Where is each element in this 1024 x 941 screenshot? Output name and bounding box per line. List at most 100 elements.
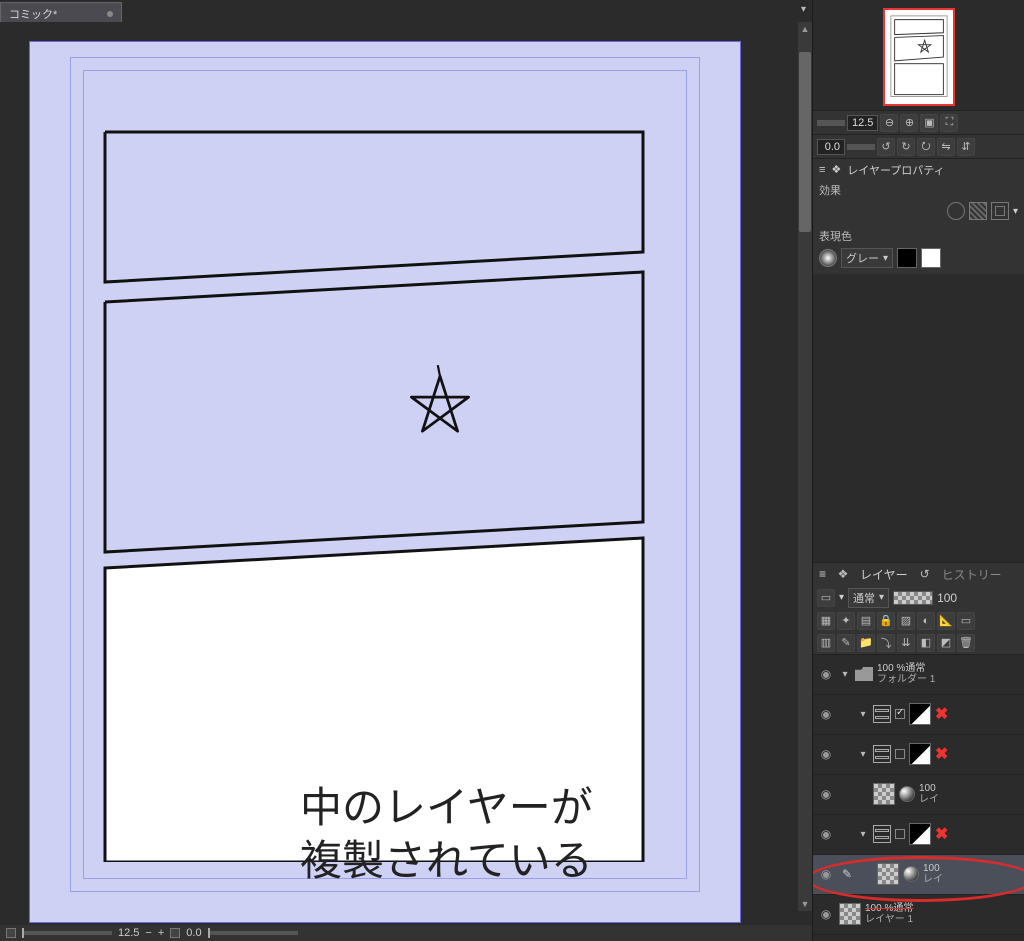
swatch-black-button[interactable] <box>897 248 917 268</box>
delete-layer-button[interactable]: 🗑 <box>957 634 975 652</box>
palette-color-button[interactable]: ▭ <box>957 612 975 630</box>
opacity-slider[interactable] <box>893 591 933 605</box>
panel-menu-icon[interactable]: ≡ <box>819 567 826 581</box>
nav-reset-rotate-button[interactable]: ⭮ <box>917 138 935 156</box>
canvas-vertical-scrollbar[interactable]: ▲ ▼ <box>798 22 812 911</box>
layer-label: 100 %通常 レイヤー 1 <box>865 903 913 925</box>
zoom-out-button[interactable]: − <box>145 927 151 939</box>
canvas-area[interactable]: 中のレイヤーが 複製されている ▲ ▼ <box>0 22 812 925</box>
zoom-slider[interactable] <box>22 931 112 935</box>
zoom-in-button[interactable]: + <box>158 927 164 939</box>
gray-icon <box>903 866 919 882</box>
visibility-toggle[interactable]: ◉ <box>817 907 835 921</box>
nav-zoom-value[interactable]: 12.5 <box>847 115 878 131</box>
layer-row-frame-3[interactable]: ◉ ▾ ✖ <box>813 814 1024 854</box>
navigator-rotate-bar: 0.0 ↺ ↻ ⭮ ⇋ ⇵ <box>813 134 1024 158</box>
edit-target-icon[interactable]: ✎ <box>839 867 855 881</box>
swatch-white-button[interactable] <box>921 248 941 268</box>
frame-check[interactable] <box>895 709 905 719</box>
frame-check[interactable] <box>895 829 905 839</box>
scroll-down-icon[interactable]: ▼ <box>798 897 812 911</box>
navigator-thumbnail[interactable] <box>883 8 955 106</box>
layer-label: 100 %通常 フォルダー 1 <box>877 663 935 685</box>
nav-angle-value[interactable]: 0.0 <box>817 139 845 155</box>
transfer-down-button[interactable]: ⤵ <box>877 634 895 652</box>
merge-down-button[interactable]: ⇊ <box>897 634 915 652</box>
nav-rotate-ccw-button[interactable]: ↺ <box>877 138 895 156</box>
layer-row-folder[interactable]: ◉ ▾ 100 %通常 フォルダー 1 <box>813 654 1024 694</box>
expand-toggle[interactable]: ▾ <box>857 829 869 840</box>
document-tab-label: コミック* <box>9 6 57 22</box>
layer-properties-header[interactable]: ≡ ❖ レイヤープロパティ <box>813 158 1024 180</box>
colorexp-dropdown[interactable]: グレー ▾ <box>841 248 893 268</box>
nav-fitall-button[interactable]: ⛶ <box>940 114 958 132</box>
scrollbar-thumb[interactable] <box>799 52 811 232</box>
layer-tab[interactable]: レイヤー <box>860 566 908 583</box>
layer-list[interactable]: ◉ ▾ 100 %通常 フォルダー 1 ◉ ▾ ✖ ◉ <box>813 654 1024 941</box>
canvas-page[interactable]: 中のレイヤーが 複製されている <box>30 42 740 922</box>
layer-thumb[interactable] <box>873 783 895 805</box>
effect-border-button[interactable] <box>947 202 965 220</box>
visibility-toggle[interactable]: ◉ <box>817 707 835 721</box>
layer-thumb[interactable] <box>877 863 899 885</box>
status-box2-icon[interactable] <box>170 928 180 938</box>
new-vector-button[interactable]: ✎ <box>837 634 855 652</box>
visibility-toggle[interactable]: ◉ <box>817 747 835 761</box>
nav-rotate-cw-button[interactable]: ↻ <box>897 138 915 156</box>
apply-mask-button[interactable]: ◩ <box>937 634 955 652</box>
lock-trans-button[interactable]: ▨ <box>897 612 915 630</box>
effect-tone-button[interactable] <box>969 202 987 220</box>
colorexp-icon <box>819 249 837 267</box>
nav-zoom-in-button[interactable]: ⊕ <box>900 114 918 132</box>
frame-layer-icon <box>873 745 891 763</box>
nav-rotate-slider[interactable] <box>847 144 875 150</box>
blend-mode-dropdown[interactable]: 通常▾ <box>848 588 889 608</box>
draft-button[interactable]: ▤ <box>857 612 875 630</box>
layer-row-sublayer[interactable]: ◉ 100 レイ <box>813 774 1024 814</box>
visibility-toggle[interactable]: ◉ <box>817 867 835 881</box>
scroll-up-icon[interactable]: ▲ <box>798 22 812 36</box>
nav-zoom-out-button[interactable]: ⊖ <box>880 114 898 132</box>
visibility-toggle[interactable]: ◉ <box>817 827 835 841</box>
visibility-toggle[interactable]: ◉ <box>817 787 835 801</box>
visibility-toggle[interactable]: ◉ <box>817 667 835 681</box>
layer-mask-thumb[interactable] <box>909 703 931 725</box>
expand-toggle[interactable]: ▾ <box>839 669 851 680</box>
lock-button[interactable]: 🔒 <box>877 612 895 630</box>
layer-row-layer1[interactable]: ◉ 100 %通常 レイヤー 1 <box>813 894 1024 934</box>
position-slider[interactable] <box>208 931 298 935</box>
opacity-value: 100 <box>937 591 957 605</box>
ref-button[interactable]: ✦ <box>837 612 855 630</box>
new-folder-button[interactable]: 📁 <box>857 634 875 652</box>
layer-row-paper[interactable]: ◉ 用紙 <box>813 934 1024 941</box>
document-tab[interactable]: コミック* <box>0 2 122 22</box>
nav-fit-button[interactable]: ▣ <box>920 114 938 132</box>
nav-flip-v-button[interactable]: ⇵ <box>957 138 975 156</box>
status-box-icon[interactable] <box>6 928 16 938</box>
menu-icon[interactable]: ≡ <box>819 164 825 176</box>
expand-toggle[interactable]: ▾ <box>857 709 869 720</box>
effect-more-button[interactable]: ▾ <box>1013 206 1018 217</box>
ruler-button[interactable]: 📐 <box>937 612 955 630</box>
layer-mask-thumb[interactable] <box>909 823 931 845</box>
frame-check[interactable] <box>895 749 905 759</box>
layer-color-dd[interactable]: ▾ <box>839 592 844 603</box>
new-raster-button[interactable]: ▥ <box>817 634 835 652</box>
layer-row-frame-2[interactable]: ◉ ▾ ✖ <box>813 734 1024 774</box>
nav-flip-h-button[interactable]: ⇋ <box>937 138 955 156</box>
effect-layercolor-button[interactable] <box>991 202 1009 220</box>
layer-row-frame-1[interactable]: ◉ ▾ ✖ <box>813 694 1024 734</box>
nav-zoom-slider[interactable] <box>817 120 845 126</box>
layer-color-button[interactable]: ▭ <box>817 589 835 607</box>
clip-button[interactable]: ▦ <box>817 612 835 630</box>
history-tab[interactable]: ヒストリー <box>942 566 1002 583</box>
expand-toggle[interactable]: ▾ <box>857 749 869 760</box>
comic-panels-icon <box>95 122 655 862</box>
folder-icon <box>855 667 873 681</box>
layer-row-duplicated[interactable]: ◉ ✎ 100 レイ <box>813 854 1024 894</box>
layer-thumb[interactable] <box>839 903 861 925</box>
tab-menu-button[interactable]: ▾ <box>801 4 806 15</box>
layer-mask-thumb[interactable] <box>909 743 931 765</box>
mask-enable-button[interactable]: ◐ <box>917 612 935 630</box>
mask-button[interactable]: ◧ <box>917 634 935 652</box>
